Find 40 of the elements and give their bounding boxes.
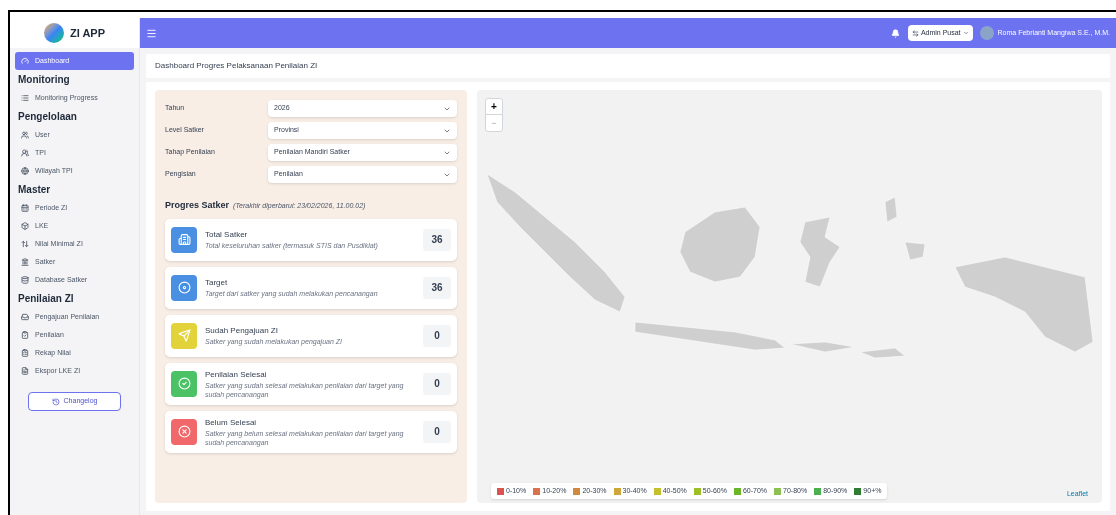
app-name: ZI APP <box>69 25 105 41</box>
count-badge: 0 <box>423 324 451 347</box>
section-heading: Pengelolaan <box>17 110 78 124</box>
section-title: Progres Satker <box>165 199 230 212</box>
section-heading: Penilaian ZI <box>17 292 75 306</box>
card-title: Total Satker <box>205 229 249 241</box>
nav-icon <box>21 258 29 266</box>
section-heading: Master <box>17 183 52 197</box>
nav-icon <box>21 349 29 357</box>
swap-icon <box>911 29 919 37</box>
nav-icon <box>21 367 29 375</box>
nav-icon <box>21 276 29 284</box>
page-title: Dashboard Progres Pelaksanaan Penilaian ZI <box>155 60 318 72</box>
count-badge: 36 <box>423 276 451 299</box>
card-title: Sudah Pengajuan ZI <box>205 325 279 337</box>
nav-icon <box>21 204 29 212</box>
count-badge: 0 <box>423 372 451 395</box>
count-badge: 36 <box>423 228 451 251</box>
nav-icon <box>21 331 29 339</box>
nav-icon <box>21 240 29 248</box>
logo-icon <box>43 23 64 43</box>
card-title: Target <box>205 277 229 289</box>
clock-icon <box>51 397 60 406</box>
nav-icon <box>21 94 29 102</box>
bell-icon[interactable] <box>890 28 900 38</box>
nav-icon <box>21 167 29 175</box>
card-title: Belum Selesai <box>205 416 258 429</box>
building-icon <box>171 226 197 253</box>
nav-icon <box>21 222 29 230</box>
zoom-in-button[interactable]: + <box>486 99 502 115</box>
count-badge: 0 <box>423 420 451 443</box>
nav-icon <box>21 131 29 139</box>
paper-plane-icon <box>171 322 197 349</box>
nav-icon <box>21 149 29 157</box>
nav-icon <box>21 313 29 321</box>
caret-icon <box>962 30 969 36</box>
nav-icon <box>21 57 29 65</box>
card-title: Penilaian Selesai <box>205 368 268 381</box>
menu-icon[interactable] <box>146 27 157 39</box>
section-heading: Monitoring <box>17 73 71 87</box>
